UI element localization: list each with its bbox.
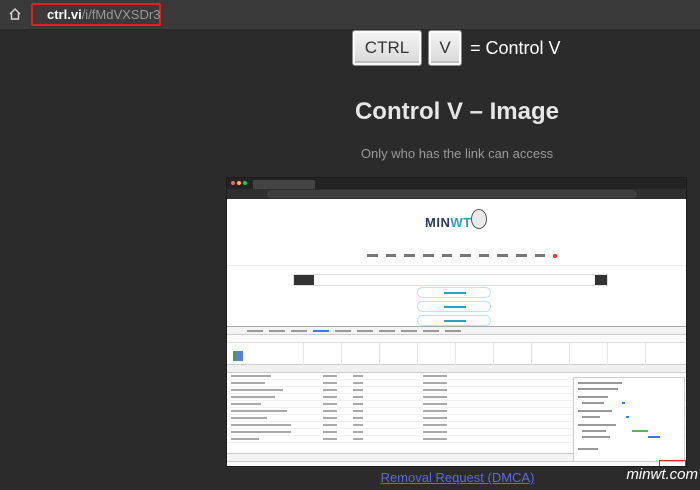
ctrl-key-graphic: CTRL bbox=[352, 30, 422, 66]
shared-screenshot-image[interactable]: MINWT bbox=[226, 177, 687, 467]
screenshot-tabbar bbox=[227, 178, 686, 189]
removal-request-link[interactable]: Removal Request (DMCA) bbox=[370, 470, 545, 485]
screenshot-devtools bbox=[227, 326, 686, 466]
site-logo[interactable]: CTRL V = Control V bbox=[352, 30, 561, 66]
url-host: ctrl.vi bbox=[47, 7, 82, 22]
site-watermark: minwt.com bbox=[626, 466, 698, 483]
url-text: ctrl.vi/i/fMdVXSDr3 bbox=[47, 7, 160, 22]
url-path: /i/fMdVXSDr3 bbox=[81, 7, 161, 22]
v-key-graphic: V bbox=[428, 30, 462, 66]
page-subtitle: Only who has the link can access bbox=[360, 146, 554, 161]
logo-equals-text: = Control V bbox=[470, 37, 561, 58]
screenshot-addressbar bbox=[227, 189, 686, 199]
home-icon[interactable] bbox=[8, 7, 22, 21]
page-title: Control V – Image bbox=[354, 98, 560, 125]
browser-toolbar: ctrl.vi/i/fMdVXSDr3 bbox=[0, 0, 700, 30]
address-bar[interactable]: ctrl.vi/i/fMdVXSDr3 bbox=[31, 3, 161, 26]
